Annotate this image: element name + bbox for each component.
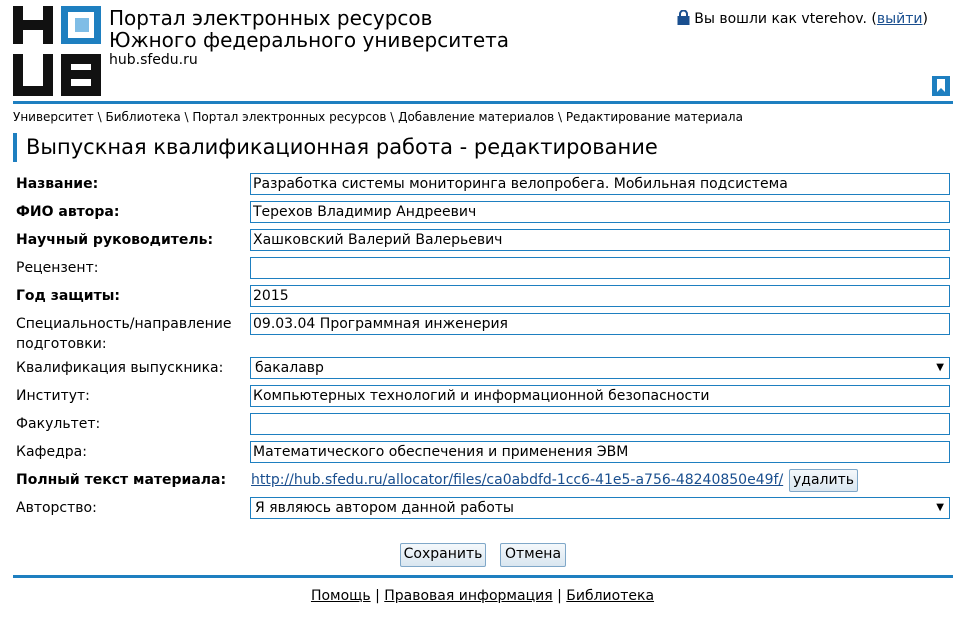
specialty-label: Специальность/направление подготовки:	[16, 314, 232, 354]
login-text: Вы вошли как vterehov. (	[694, 11, 877, 27]
fulltext-label: Полный текст материала:	[16, 472, 227, 488]
footer-links: Помощь | Правовая информация | Библиотек…	[0, 588, 965, 604]
qualification-label: Квалификация выпускника:	[16, 360, 224, 376]
login-suffix: )	[922, 11, 928, 27]
authorship-select[interactable]: Я являюсь автором данной работы ▼	[250, 497, 950, 519]
author-label: ФИО автора:	[16, 204, 120, 220]
specialty-field[interactable]: 09.03.04 Программная инженерия	[250, 313, 950, 335]
reviewer-label: Рецензент:	[16, 260, 99, 276]
supervisor-label: Научный руководитель:	[16, 232, 214, 248]
department-field[interactable]: Математического обеспечения и применения…	[250, 441, 950, 463]
institute-label: Институт:	[16, 388, 90, 404]
delete-file-button[interactable]: удалить	[789, 469, 858, 492]
help-link[interactable]: Помощь	[311, 588, 371, 604]
portal-title-line1: Портал электронных ресурсов	[109, 6, 433, 30]
breadcrumb: Университет \ Библиотека \ Портал электр…	[13, 110, 743, 124]
qualification-value: бакалавр	[255, 360, 324, 376]
reviewer-field[interactable]	[250, 257, 950, 279]
dropdown-arrow-icon: ▼	[936, 502, 944, 513]
year-field[interactable]: 2015	[250, 285, 950, 307]
login-status: Вы вошли как vterehov. (выйти)	[677, 10, 928, 27]
title-field[interactable]: Разработка системы мониторинга велопробе…	[250, 173, 950, 195]
legal-info-link[interactable]: Правовая информация	[384, 588, 552, 604]
header-divider	[13, 101, 953, 104]
footer-separator: |	[375, 588, 380, 604]
portal-title: Портал электронных ресурсов Южного федер…	[109, 7, 509, 51]
supervisor-field[interactable]: Хашковский Валерий Валерьевич	[250, 229, 950, 251]
author-field[interactable]: Терехов Владимир Андреевич	[250, 201, 950, 223]
qualification-select[interactable]: бакалавр ▼	[250, 357, 950, 379]
portal-url: hub.sfedu.ru	[109, 52, 198, 68]
footer-separator: |	[557, 588, 562, 604]
department-label: Кафедра:	[16, 444, 87, 460]
dropdown-arrow-icon: ▼	[936, 362, 944, 373]
faculty-field[interactable]	[250, 413, 950, 435]
lock-icon	[677, 10, 690, 25]
year-label: Год защиты:	[16, 288, 120, 304]
logout-link[interactable]: выйти	[877, 11, 923, 27]
institute-field[interactable]: Компьютерных технологий и информационной…	[250, 385, 950, 407]
save-button[interactable]: Сохранить	[400, 543, 486, 567]
authorship-value: Я являюсь автором данной работы	[255, 500, 514, 516]
authorship-label: Авторство:	[16, 500, 97, 516]
specialty-label-line1: Специальность/направление	[16, 316, 232, 332]
bookmark-icon[interactable]	[932, 76, 950, 96]
portal-title-line2: Южного федерального университета	[109, 28, 510, 52]
hub-logo	[13, 6, 101, 96]
page-title: Выпускная квалификационная работа - реда…	[13, 133, 658, 162]
cancel-button[interactable]: Отмена	[500, 543, 566, 567]
title-label: Название:	[16, 176, 99, 192]
library-link[interactable]: Библиотека	[566, 588, 654, 604]
specialty-label-line2: подготовки:	[16, 336, 107, 352]
footer-divider	[13, 575, 953, 578]
fulltext-file-link[interactable]: http://hub.sfedu.ru/allocator/files/ca0a…	[251, 472, 783, 488]
faculty-label: Факультет:	[16, 416, 101, 432]
